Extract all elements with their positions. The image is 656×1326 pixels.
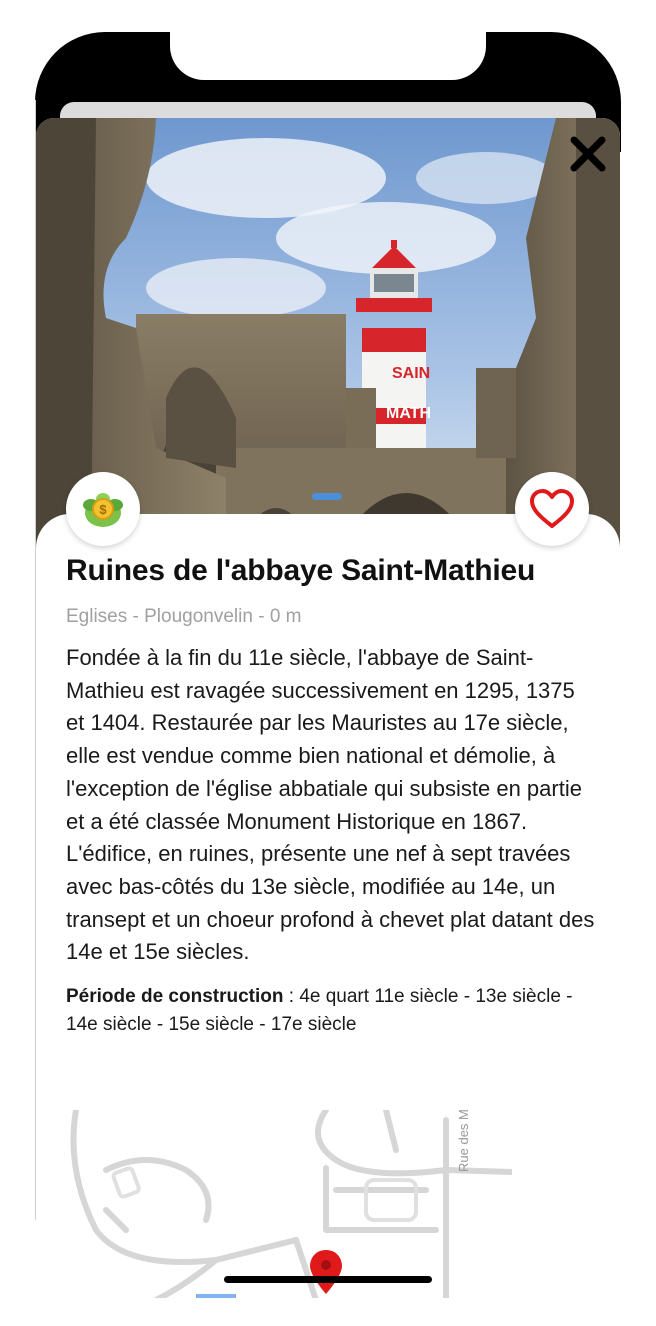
place-detail-card: SAIN MATH $ Ruines de l'abbaye Saint-Mat… [36, 118, 620, 1298]
category-badge: $ [66, 472, 140, 546]
money-plant-icon: $ [83, 493, 123, 527]
close-icon [570, 136, 606, 172]
favorite-button[interactable] [515, 472, 589, 546]
street-label: Rue des Moines [456, 1110, 471, 1172]
home-indicator[interactable] [224, 1276, 432, 1283]
phone-notch [170, 32, 486, 80]
place-subtitle: Eglises - Plougonvelin - 0 m [66, 606, 302, 627]
lighthouse-text-2: MATH [386, 405, 431, 422]
svg-text:$: $ [99, 502, 107, 517]
heart-outline-icon [530, 489, 574, 528]
lighthouse-text-1: SAIN [392, 365, 430, 382]
period-label: Période de construction [66, 986, 284, 1008]
carousel-indicator[interactable] [312, 493, 342, 500]
location-map[interactable]: Rue des Moines [66, 1110, 512, 1298]
construction-period: Période de construction : 4e quart 11e s… [66, 983, 596, 1039]
place-content: Ruines de l'abbaye Saint-Mathieu Eglises… [66, 554, 596, 1039]
place-title: Ruines de l'abbaye Saint-Mathieu [66, 554, 536, 587]
place-description: Fondée à la fin du 11e siècle, l'abbaye … [66, 645, 595, 965]
close-button[interactable] [566, 132, 610, 176]
